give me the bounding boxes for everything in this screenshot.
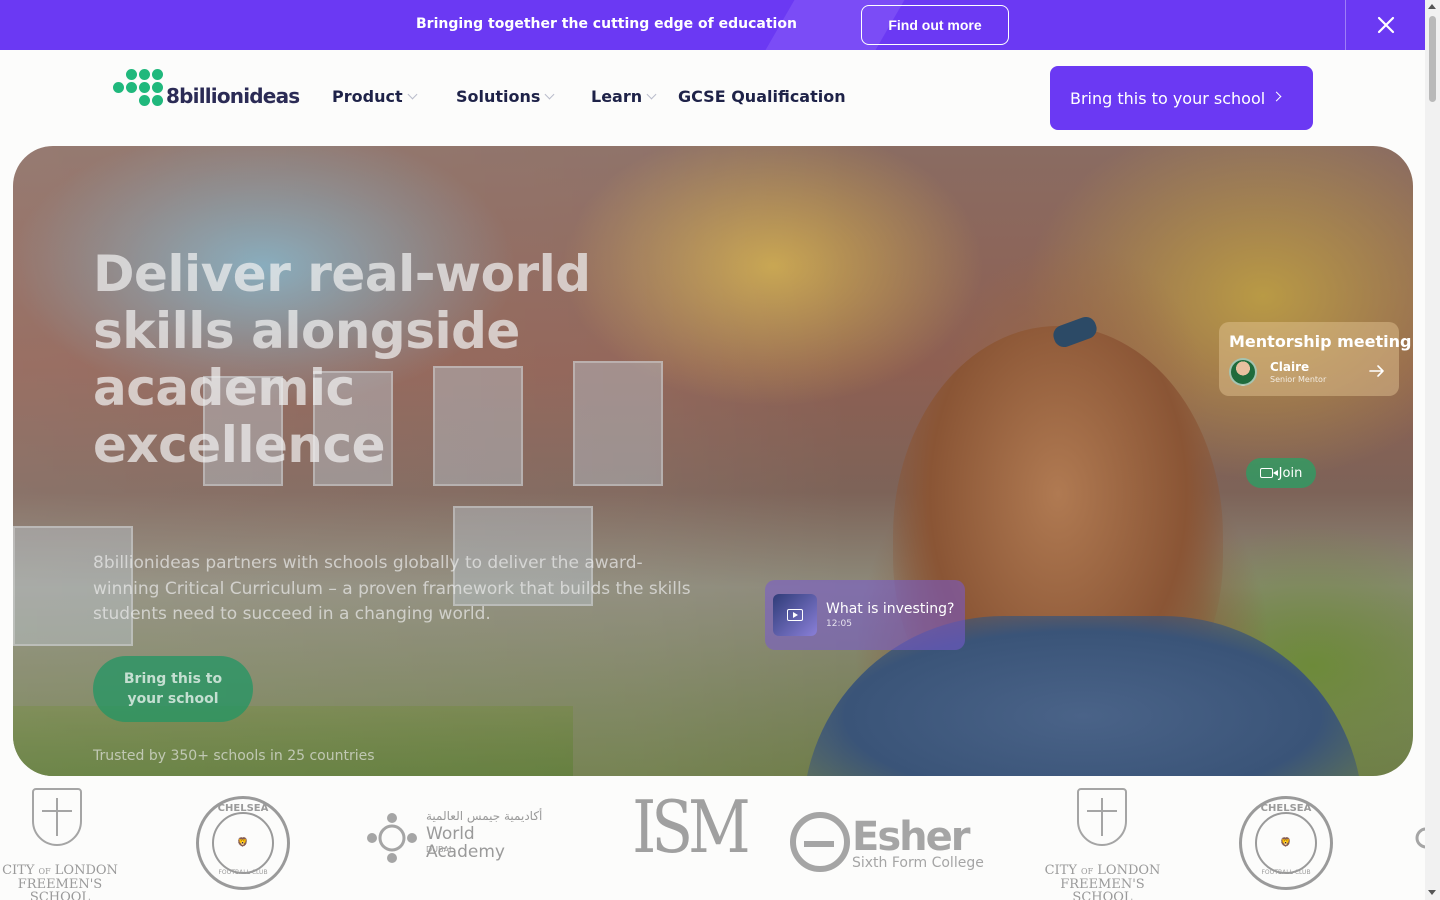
logo-text: DUBAI [426,845,452,854]
chelsea-fc-logo: 🦁 CHELSEA FOOTBALL CLUB [196,796,290,890]
mentorship-title: Mentorship meeting [1229,332,1412,351]
nav-item-label: GCSE Qualification [678,87,846,106]
nav-item-product[interactable]: Product [332,87,418,106]
nav-item-learn[interactable]: Learn [591,87,657,106]
announcement-banner: Bringing together the cutting edge of ed… [0,0,1425,50]
scroll-up-arrow-icon[interactable] [1428,4,1436,9]
logo-text: 8billionideas [166,84,300,108]
video-duration: 12:05 [826,619,852,629]
cta-label: Bring this to your school [1070,88,1266,108]
city-of-london-logo: CITY OF LONDON FREEMEN'S SCHOOL [1035,782,1170,900]
ism-logo: ISM [632,785,751,869]
logo-text: Esher [852,814,970,860]
mentorship-card[interactable]: Mentorship meeting Claire Senior Mentor [1219,322,1412,396]
people-circle-icon [1415,827,1425,849]
logo-text: أكاديمية جيمس العالمية [426,809,543,823]
banner-close-button[interactable] [1346,0,1425,50]
esher-college-logo: Esher Sixth Form College [790,812,984,878]
lion-icon: 🦁 [1255,812,1317,874]
nav-item-label: Product [332,87,403,106]
close-icon [1377,16,1394,34]
scrollbar-thumb[interactable] [1429,16,1436,102]
chelsea-fc-logo: 🦁 CHELSEA FOOTBALL CLUB [1239,796,1333,890]
video-thumbnail [773,594,817,636]
gems-world-academy-logo: أكاديمية جيمس العالمية World Academy DUB… [364,808,554,878]
lion-icon: 🦁 [212,812,274,874]
nav-item-label: Solutions [456,87,541,106]
nav-item-label: Learn [591,87,643,106]
logo-text: FREEMEN'S SCHOOL [17,876,103,900]
hero-title: Deliver real-world skills alongside acad… [93,245,591,474]
city-of-london-logo: CITY OF LONDON FREEMEN'S SCHOOL [0,782,125,900]
logo-text: FOOTBALL CLUB [218,869,268,876]
join-label: Join [1278,465,1303,481]
video-title: What is investing? [826,601,955,617]
trust-text: Trusted by 350+ schools in 25 countries [93,748,375,764]
avatar [1229,358,1257,386]
logo-text: World Academy [426,824,505,862]
mentor-name: Claire [1270,360,1310,374]
crest-icon [1077,788,1127,846]
page-scrollbar[interactable] [1425,0,1440,900]
logo-text: Sixth Form College [852,855,984,871]
chevron-down-icon [544,89,555,100]
esher-e-icon [790,812,850,872]
hero-section: Deliver real-world skills alongside acad… [13,146,1413,776]
chevron-down-icon [407,89,418,100]
logo-text: FREEMEN'S SCHOOL [1060,876,1145,900]
logo-text: OF [38,867,51,876]
arrow-right-icon[interactable] [1369,364,1385,378]
site-logo[interactable]: 8billionideas [112,69,300,108]
bring-to-school-button[interactable]: Bring this to your school [1050,66,1313,130]
hero-description: 8billionideas partners with schools glob… [93,553,691,624]
video-card[interactable]: What is investing? 12:05 [765,580,965,650]
find-out-more-button[interactable]: Find out more [861,5,1009,45]
logo-text: FOOTBALL CLUB [1261,869,1311,876]
chevron-down-icon [646,89,657,100]
people-circle-icon [367,813,417,863]
play-video-icon [787,609,803,621]
chevron-right-icon [1271,91,1282,102]
nav-item-solutions[interactable]: Solutions [456,87,555,106]
banner-text: Bringing together the cutting edge of ed… [416,16,797,32]
partner-logo-strip: CITY OF LONDON FREEMEN'S SCHOOL 🦁 CHELSE… [0,776,1425,900]
video-camera-icon [1259,468,1278,478]
hero-cta-button[interactable]: Bring this to your school [93,656,253,722]
mentor-role: Senior Mentor [1270,375,1327,384]
join-button[interactable]: Join [1246,458,1316,488]
scroll-down-arrow-icon[interactable] [1428,890,1436,895]
nav-item-gcse[interactable]: GCSE Qualification [678,87,846,106]
logo-text: CHELSEA [217,803,269,814]
logo-dots-icon [112,69,164,107]
logo-text: CHELSEA [1260,803,1312,814]
logo-text: OF [1081,867,1094,876]
crest-icon [32,788,82,846]
